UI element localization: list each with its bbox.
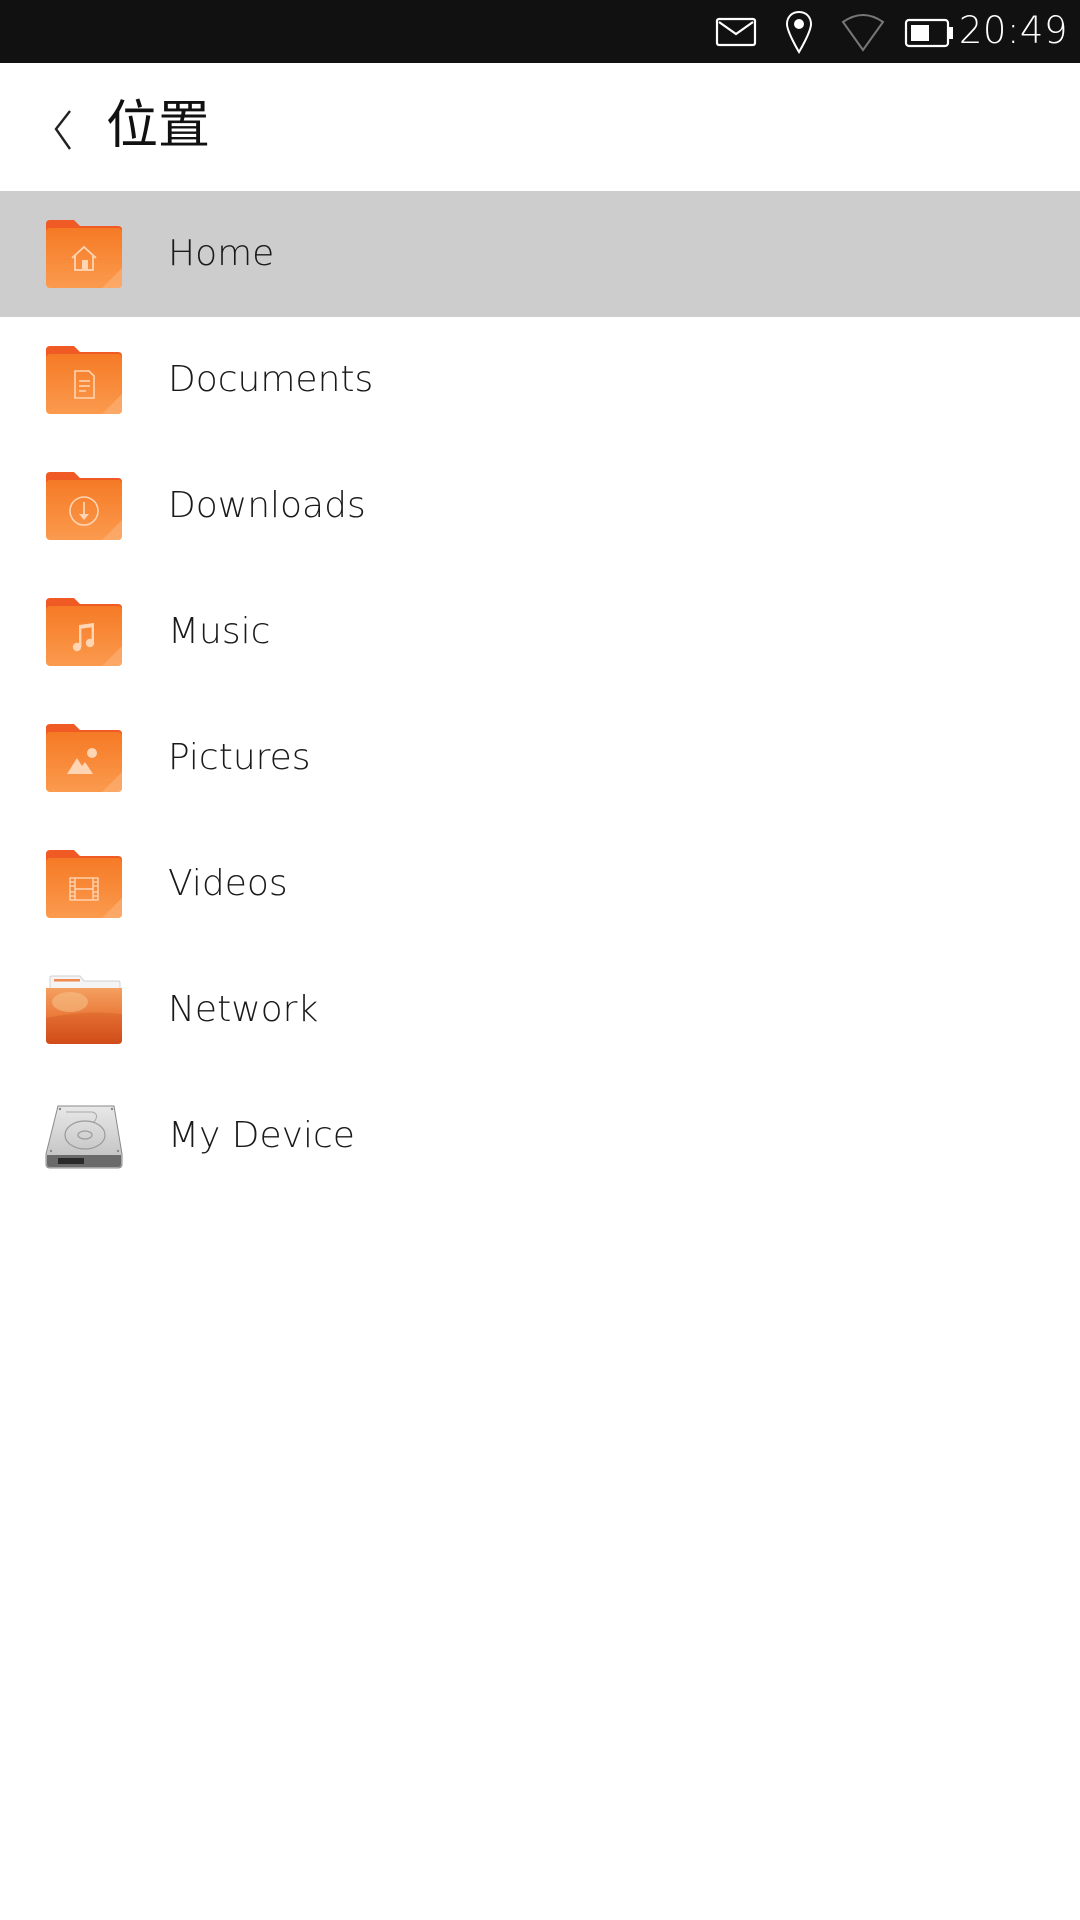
places-list: Home Documents Downloads Music Pictures …	[0, 191, 1080, 1199]
place-item-downloads[interactable]: Downloads	[0, 443, 1080, 569]
place-label: Pictures	[168, 737, 311, 778]
place-label: Documents	[168, 359, 374, 400]
place-item-videos[interactable]: Videos	[0, 821, 1080, 947]
place-label: Downloads	[168, 485, 366, 526]
place-label: My Device	[168, 1115, 355, 1156]
folder-home-icon	[46, 220, 122, 288]
place-item-my-device[interactable]: My Device	[0, 1073, 1080, 1199]
page-title: 位置	[106, 96, 211, 156]
clock: 20:49	[958, 9, 1068, 52]
folder-music-icon	[46, 598, 122, 666]
folder-pictures-icon	[46, 724, 122, 792]
hard-drive-icon	[45, 1105, 123, 1169]
mail-icon	[715, 17, 757, 47]
place-item-pictures[interactable]: Pictures	[0, 695, 1080, 821]
place-item-music[interactable]: Music	[0, 569, 1080, 695]
folder-network-icon	[46, 975, 122, 1044]
location-icon	[785, 10, 813, 54]
status-bar: 20:49	[0, 0, 1080, 63]
back-button[interactable]	[44, 93, 84, 163]
place-item-documents[interactable]: Documents	[0, 317, 1080, 443]
battery-icon	[904, 18, 953, 48]
folder-videos-icon	[46, 850, 122, 918]
place-label: Music	[168, 611, 271, 652]
folder-documents-icon	[46, 346, 122, 414]
place-label: Videos	[168, 863, 288, 904]
place-item-network[interactable]: Network	[0, 947, 1080, 1073]
place-label: Home	[168, 233, 275, 274]
wifi-icon	[841, 14, 885, 52]
page-header: 位置	[0, 63, 1080, 191]
place-item-home[interactable]: Home	[0, 191, 1080, 317]
folder-downloads-icon	[46, 472, 122, 540]
place-label: Network	[168, 989, 319, 1030]
